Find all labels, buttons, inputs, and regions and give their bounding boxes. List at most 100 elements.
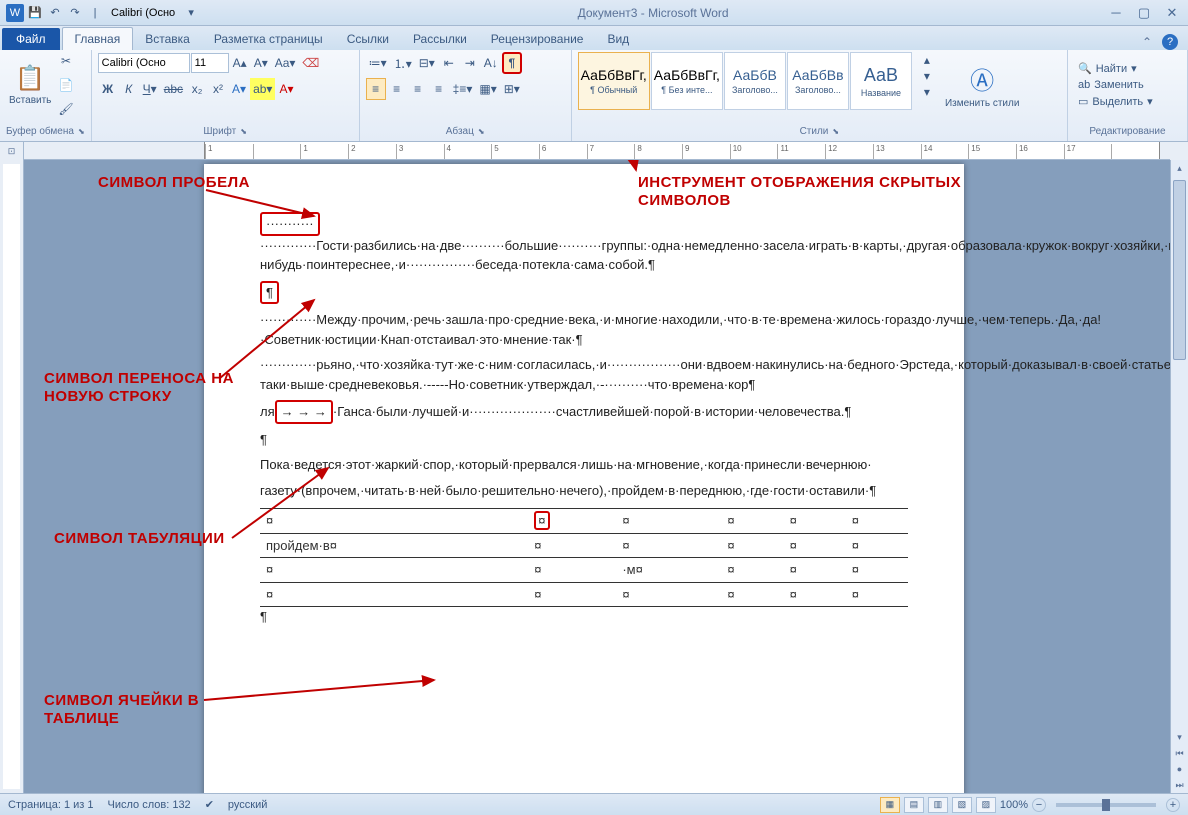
highlight-icon[interactable]: ab▾ xyxy=(250,78,275,100)
minimize-icon[interactable]: ─ xyxy=(1106,5,1126,21)
align-center-icon[interactable]: ≡ xyxy=(387,78,407,100)
outdent-icon[interactable]: ⇤ xyxy=(439,52,459,74)
ribbon: 📋 Вставить ✂ 📄 🖌 Буфер обмена⬊ Calibri (… xyxy=(0,50,1188,142)
tab-view[interactable]: Вид xyxy=(595,28,641,50)
shading-icon[interactable]: ▦▾ xyxy=(476,78,499,100)
change-styles-button[interactable]: Ⓐ Изменить стили xyxy=(942,52,1022,118)
select-button[interactable]: ▭Выделить▾ xyxy=(1074,94,1181,109)
group-font-label: Шрифт xyxy=(203,126,236,137)
zoom-thumb[interactable] xyxy=(1102,799,1110,811)
next-page-icon[interactable]: ⏭ xyxy=(1171,777,1188,793)
find-button[interactable]: 🔍Найти▾ xyxy=(1074,61,1181,76)
save-icon[interactable]: 💾 xyxy=(26,4,44,22)
view-fullscreen-icon[interactable]: ▤ xyxy=(904,797,924,813)
paragraph-launcher-icon[interactable]: ⬊ xyxy=(478,127,485,136)
multilevel-list-icon[interactable]: ⊟▾ xyxy=(416,52,438,74)
view-draft-icon[interactable]: ▨ xyxy=(976,797,996,813)
ruler-vertical[interactable] xyxy=(0,160,24,793)
group-paragraph: ≔▾ ⒈▾ ⊟▾ ⇤ ⇥ A↓ ¶ ≡ ≡ ≡ ≡ ‡≡▾ ▦▾ ⊞▾ Абза… xyxy=(360,50,572,141)
maximize-icon[interactable]: ▢ xyxy=(1134,5,1154,21)
vertical-scrollbar[interactable]: ▴ ▾ ⏮ ● ⏭ xyxy=(1170,160,1188,793)
clipboard-launcher-icon[interactable]: ⬊ xyxy=(78,127,85,136)
para-5-rest: ·Ганса·были·лучшей·и····················… xyxy=(333,404,851,419)
zoom-in-icon[interactable]: + xyxy=(1166,798,1180,812)
number-list-icon[interactable]: ⒈▾ xyxy=(391,52,415,74)
tab-home[interactable]: Главная xyxy=(62,27,134,50)
para-1: ·············Гости·разбились·на·две·····… xyxy=(260,238,1170,273)
style-heading2[interactable]: АаБбВвЗаголово... xyxy=(787,52,849,110)
qa-dropdown-icon[interactable]: ▾ xyxy=(182,4,200,22)
view-print-layout-icon[interactable]: ▦ xyxy=(880,797,900,813)
grow-font-icon[interactable]: A▴ xyxy=(230,52,250,74)
minimize-ribbon-icon[interactable]: ⌃ xyxy=(1142,35,1152,49)
styles-expand-icon[interactable]: ▾ xyxy=(917,84,937,100)
line-spacing-icon[interactable]: ‡≡▾ xyxy=(450,78,476,100)
style-title[interactable]: АаВНазвание xyxy=(850,52,912,110)
tab-review[interactable]: Рецензирование xyxy=(479,28,596,50)
group-styles-label: Стили xyxy=(800,126,829,137)
zoom-level[interactable]: 100% xyxy=(1000,799,1028,811)
file-tab[interactable]: Файл xyxy=(2,28,60,50)
text-effects-icon[interactable]: A▾ xyxy=(229,78,249,100)
style-normal[interactable]: АаБбВвГг,¶ Обычный xyxy=(578,52,650,110)
font-launcher-icon[interactable]: ⬊ xyxy=(240,127,247,136)
bold-button[interactable]: Ж xyxy=(98,78,118,100)
italic-button[interactable]: К xyxy=(119,78,139,100)
styles-scroll-up-icon[interactable]: ▴ xyxy=(917,52,937,68)
underline-button[interactable]: Ч▾ xyxy=(140,78,160,100)
style-heading1[interactable]: АаБбВЗаголово... xyxy=(724,52,786,110)
clear-format-icon[interactable]: ⌫ xyxy=(299,52,322,74)
document-text[interactable]: ························Гости·разбились·… xyxy=(260,212,908,627)
ruler-horizontal[interactable]: 11234567891011121314151617 xyxy=(24,142,1170,160)
styles-scroll-down-icon[interactable]: ▾ xyxy=(917,68,937,84)
status-language[interactable]: русский xyxy=(228,799,267,811)
show-hidden-button[interactable]: ¶ xyxy=(502,52,522,74)
style-nospacing[interactable]: АаБбВвГг,¶ Без инте... xyxy=(651,52,723,110)
indent-icon[interactable]: ⇥ xyxy=(460,52,480,74)
view-web-icon[interactable]: ▥ xyxy=(928,797,948,813)
paste-button[interactable]: 📋 Вставить xyxy=(6,52,54,118)
subscript-button[interactable]: x₂ xyxy=(187,78,207,100)
bullet-list-icon[interactable]: ≔▾ xyxy=(366,52,390,74)
font-color-icon[interactable]: A▾ xyxy=(276,78,296,100)
help-icon[interactable]: ? xyxy=(1162,34,1178,50)
justify-icon[interactable]: ≡ xyxy=(429,78,449,100)
prev-page-icon[interactable]: ⏮ xyxy=(1171,745,1188,761)
close-icon[interactable]: ✕ xyxy=(1162,5,1182,21)
tab-insert[interactable]: Вставка xyxy=(133,28,202,50)
document-canvas[interactable]: СИМВОЛ ПРОБЕЛА ИНСТРУМЕНТ ОТОБРАЖЕНИЯ СК… xyxy=(24,160,1170,793)
scroll-down-icon[interactable]: ▾ xyxy=(1171,729,1188,745)
align-left-icon[interactable]: ≡ xyxy=(366,78,386,100)
styles-launcher-icon[interactable]: ⬊ xyxy=(832,127,839,136)
copy-icon[interactable]: 📄 xyxy=(55,74,76,96)
ruler-toggle-icon[interactable] xyxy=(1170,142,1188,160)
font-size-combo[interactable]: 11 xyxy=(191,53,229,73)
browse-object-icon[interactable]: ● xyxy=(1171,761,1188,777)
change-case-icon[interactable]: Aa▾ xyxy=(272,52,299,74)
status-page[interactable]: Страница: 1 из 1 xyxy=(8,799,94,811)
align-right-icon[interactable]: ≡ xyxy=(408,78,428,100)
format-painter-icon[interactable]: 🖌 xyxy=(55,98,76,120)
status-words[interactable]: Число слов: 132 xyxy=(108,799,191,811)
word-icon[interactable]: W xyxy=(6,4,24,22)
zoom-out-icon[interactable]: − xyxy=(1032,798,1046,812)
borders-icon[interactable]: ⊞▾ xyxy=(501,78,523,100)
replace-button[interactable]: abЗаменить xyxy=(1074,78,1181,92)
sort-icon[interactable]: A↓ xyxy=(481,52,501,74)
font-name-combo[interactable]: Calibri (Осно xyxy=(98,53,190,73)
undo-icon[interactable]: ↶ xyxy=(46,4,64,22)
qa-font-combo[interactable]: Calibri (Осно xyxy=(106,4,180,22)
strike-button[interactable]: abc xyxy=(161,78,186,100)
scroll-thumb[interactable] xyxy=(1173,180,1186,360)
scroll-up-icon[interactable]: ▴ xyxy=(1171,160,1188,176)
tab-layout[interactable]: Разметка страницы xyxy=(202,28,335,50)
zoom-slider[interactable] xyxy=(1056,803,1156,807)
view-outline-icon[interactable]: ▧ xyxy=(952,797,972,813)
tab-references[interactable]: Ссылки xyxy=(335,28,401,50)
superscript-button[interactable]: x² xyxy=(208,78,228,100)
status-proofing-icon[interactable]: ✔ xyxy=(205,798,214,811)
tab-mailings[interactable]: Рассылки xyxy=(401,28,479,50)
redo-icon[interactable]: ↷ xyxy=(66,4,84,22)
cut-icon[interactable]: ✂ xyxy=(55,50,76,72)
shrink-font-icon[interactable]: A▾ xyxy=(251,52,271,74)
